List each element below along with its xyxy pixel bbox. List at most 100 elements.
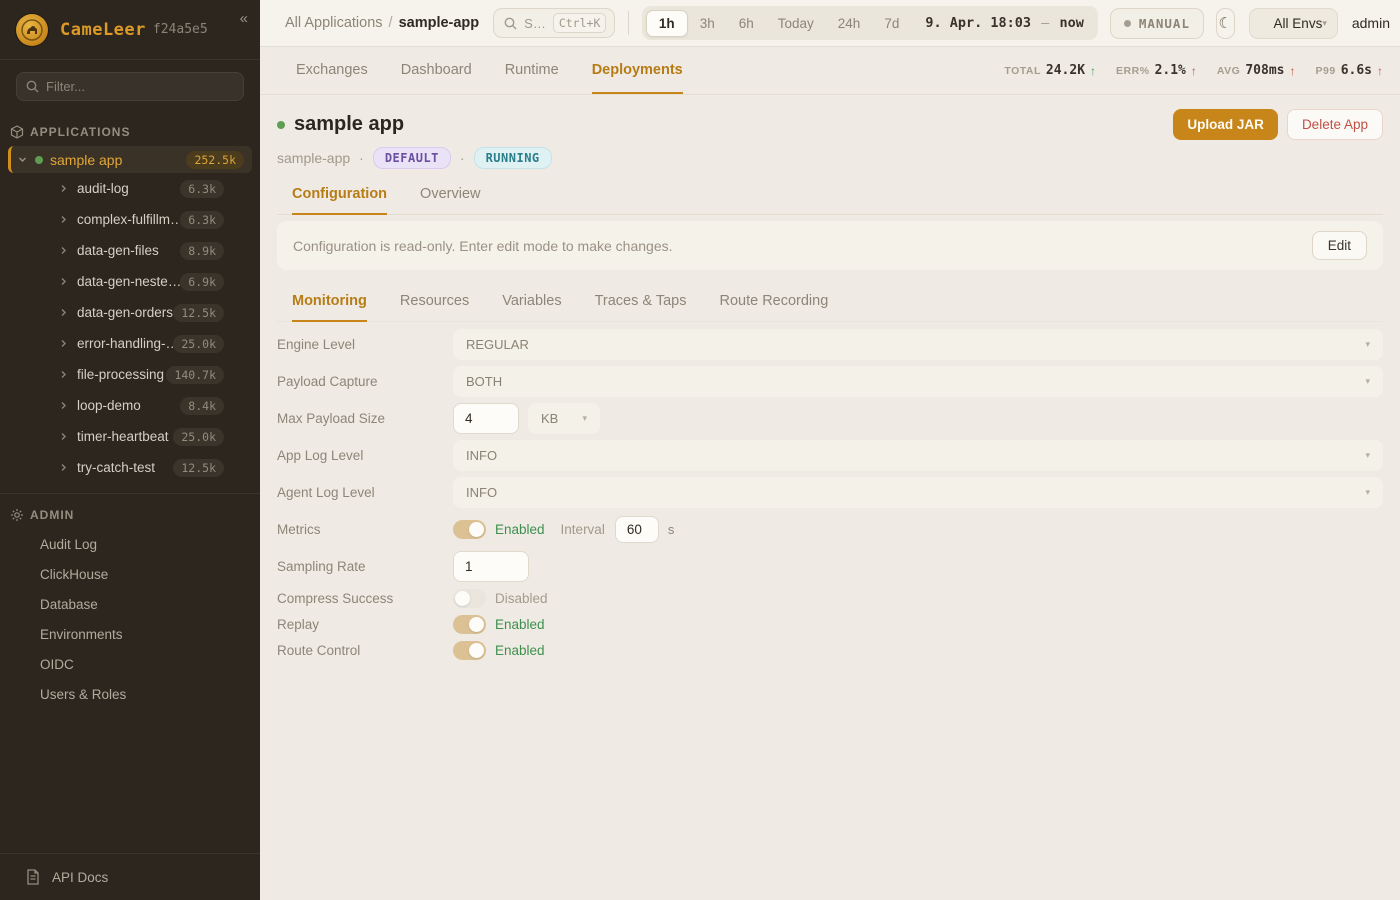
sampling-rate-input[interactable]: [453, 551, 529, 582]
sidebar-item-sample-app[interactable]: sample app 252.5k: [8, 146, 252, 173]
app-subline: sample-app · DEFAULT · RUNNING: [277, 147, 1383, 169]
route-count-badge: 140.7k: [166, 366, 224, 384]
sidebar-item-data-gen-files[interactable]: data-gen-files8.9k: [0, 235, 260, 266]
breadcrumb-root[interactable]: All Applications: [285, 15, 383, 31]
trend-up-icon: ↑: [1377, 64, 1383, 78]
edit-button[interactable]: Edit: [1312, 231, 1367, 260]
sidebar-item-users-roles[interactable]: Users & Roles: [0, 679, 260, 709]
max-payload-size-input[interactable]: [453, 403, 519, 434]
form-row-engine-level: Engine Level REGULAR ▾: [277, 326, 1383, 363]
brand-version: f24a5e5: [153, 22, 208, 37]
moon-icon: ☾: [1219, 14, 1232, 32]
delete-app-button[interactable]: Delete App: [1287, 109, 1383, 140]
route-count-badge: 6.9k: [180, 273, 224, 291]
form-row-agent-log-level: Agent Log Level INFO ▾: [277, 474, 1383, 511]
sidebar-item-complex-fulfillm[interactable]: complex-fulfillm…6.3k: [0, 204, 260, 235]
sidebar-item-clickhouse[interactable]: ClickHouse: [0, 559, 260, 589]
sidebar-item-data-gen-orders[interactable]: data-gen-orders12.5k: [0, 297, 260, 328]
applications-section-header: APPLICATIONS: [0, 111, 260, 146]
payload-capture-select[interactable]: BOTH ▾: [453, 366, 1383, 397]
gear-icon: [10, 508, 24, 522]
sidebar-item-try-catch-test[interactable]: try-catch-test12.5k: [0, 452, 260, 483]
breadcrumb-separator: /: [389, 15, 393, 31]
sidebar-item-timer-heartbeat[interactable]: timer-heartbeat25.0k: [0, 421, 260, 452]
chevron-right-icon: [59, 370, 68, 379]
metrics-state: Enabled: [495, 522, 545, 537]
subtab-route-recording[interactable]: Route Recording: [719, 293, 828, 322]
form-row-compress-success: Compress Success Disabled: [277, 585, 1383, 611]
env-select-value: All Envs: [1274, 16, 1323, 31]
compress-success-toggle[interactable]: [453, 589, 486, 608]
sidebar-filter[interactable]: [16, 72, 244, 101]
form-row-replay: Replay Enabled: [277, 611, 1383, 637]
time-range-24h[interactable]: 24h: [826, 11, 873, 36]
tab-overview[interactable]: Overview: [420, 186, 480, 215]
trend-up-icon: ↑: [1290, 64, 1296, 78]
collapse-sidebar-button[interactable]: «: [240, 10, 248, 27]
sidebar-item-data-gen-neste[interactable]: data-gen-neste…6.9k: [0, 266, 260, 297]
subtab-traces-taps[interactable]: Traces & Taps: [595, 293, 687, 322]
app-id: sample-app: [277, 150, 350, 166]
sidebar-item-audit-log[interactable]: audit-log6.3k: [0, 173, 260, 204]
replay-toggle[interactable]: [453, 615, 486, 634]
agent-log-level-select[interactable]: INFO ▾: [453, 477, 1383, 508]
time-range-7d[interactable]: 7d: [872, 11, 911, 36]
time-range-custom[interactable]: 9. Apr. 18:03 — now: [911, 15, 1093, 31]
time-range-1h[interactable]: 1h: [646, 10, 688, 37]
readonly-banner-text: Configuration is read-only. Enter edit m…: [293, 238, 673, 254]
time-range-3h[interactable]: 3h: [688, 11, 727, 36]
user-menu[interactable]: admin: [1352, 15, 1390, 31]
refresh-mode-button[interactable]: MANUAL: [1110, 8, 1204, 39]
time-range-today[interactable]: Today: [766, 11, 826, 36]
subtab-monitoring[interactable]: Monitoring: [292, 293, 367, 322]
refresh-mode-label: MANUAL: [1139, 16, 1190, 31]
sidebar-item-oidc[interactable]: OIDC: [0, 649, 260, 679]
env-select[interactable]: All Envs ▾: [1249, 8, 1338, 39]
stat-avg: AVG708ms↑: [1217, 63, 1296, 78]
sidebar-item-database[interactable]: Database: [0, 589, 260, 619]
form-row-route-control: Route Control Enabled: [277, 637, 1383, 663]
tab-configuration[interactable]: Configuration: [292, 186, 387, 215]
document-icon: [26, 869, 40, 885]
global-search[interactable]: S… Ctrl+K: [493, 8, 615, 38]
form-row-max-payload-size: Max Payload Size KB ▾: [277, 400, 1383, 437]
app-nav-tabs: Exchanges Dashboard Runtime Deployments: [296, 47, 683, 94]
time-to: now: [1059, 15, 1083, 31]
stat-err: ERR%2.1%↑: [1116, 63, 1197, 78]
metrics-toggle[interactable]: [453, 520, 486, 539]
app-log-level-select[interactable]: INFO ▾: [453, 440, 1383, 471]
filter-input[interactable]: [46, 79, 234, 94]
time-range-6h[interactable]: 6h: [727, 11, 766, 36]
chevron-right-icon: [59, 401, 68, 410]
stat-p99: P996.6s↑: [1316, 63, 1384, 78]
tab-runtime[interactable]: Runtime: [505, 47, 559, 94]
sidebar-item-file-processing[interactable]: file-processing140.7k: [0, 359, 260, 390]
sidebar-item-audit-log-admin[interactable]: Audit Log: [0, 529, 260, 559]
trend-up-icon: ↑: [1191, 64, 1197, 78]
chevron-right-icon: [59, 184, 68, 193]
payload-unit-select[interactable]: KB ▾: [528, 403, 600, 434]
chevron-right-icon: [59, 432, 68, 441]
chevron-right-icon: [59, 277, 68, 286]
page-header: sample app Upload JAR Delete App: [277, 109, 1383, 140]
api-docs-link[interactable]: API Docs: [0, 853, 260, 900]
status-dot: [277, 121, 285, 129]
theme-toggle-button[interactable]: ☾: [1216, 8, 1235, 39]
tab-exchanges[interactable]: Exchanges: [296, 47, 368, 94]
engine-level-select[interactable]: REGULAR ▾: [453, 329, 1383, 360]
monitoring-form: Engine Level REGULAR ▾ Payload Capture B…: [277, 326, 1383, 663]
subtab-resources[interactable]: Resources: [400, 293, 469, 322]
sidebar-item-error-handling[interactable]: error-handling-…25.0k: [0, 328, 260, 359]
sidebar-item-loop-demo[interactable]: loop-demo8.4k: [0, 390, 260, 421]
sidebar-filter-wrap: [0, 60, 260, 111]
page-title: sample app: [294, 113, 404, 136]
subtab-variables[interactable]: Variables: [502, 293, 561, 322]
chevron-right-icon: [59, 463, 68, 472]
upload-jar-button[interactable]: Upload JAR: [1173, 109, 1278, 140]
route-control-toggle[interactable]: [453, 641, 486, 660]
tab-dashboard[interactable]: Dashboard: [401, 47, 472, 94]
metrics-interval-input[interactable]: [615, 516, 659, 543]
tab-deployments[interactable]: Deployments: [592, 47, 683, 94]
route-count-badge: 12.5k: [173, 459, 224, 477]
sidebar-item-environments[interactable]: Environments: [0, 619, 260, 649]
